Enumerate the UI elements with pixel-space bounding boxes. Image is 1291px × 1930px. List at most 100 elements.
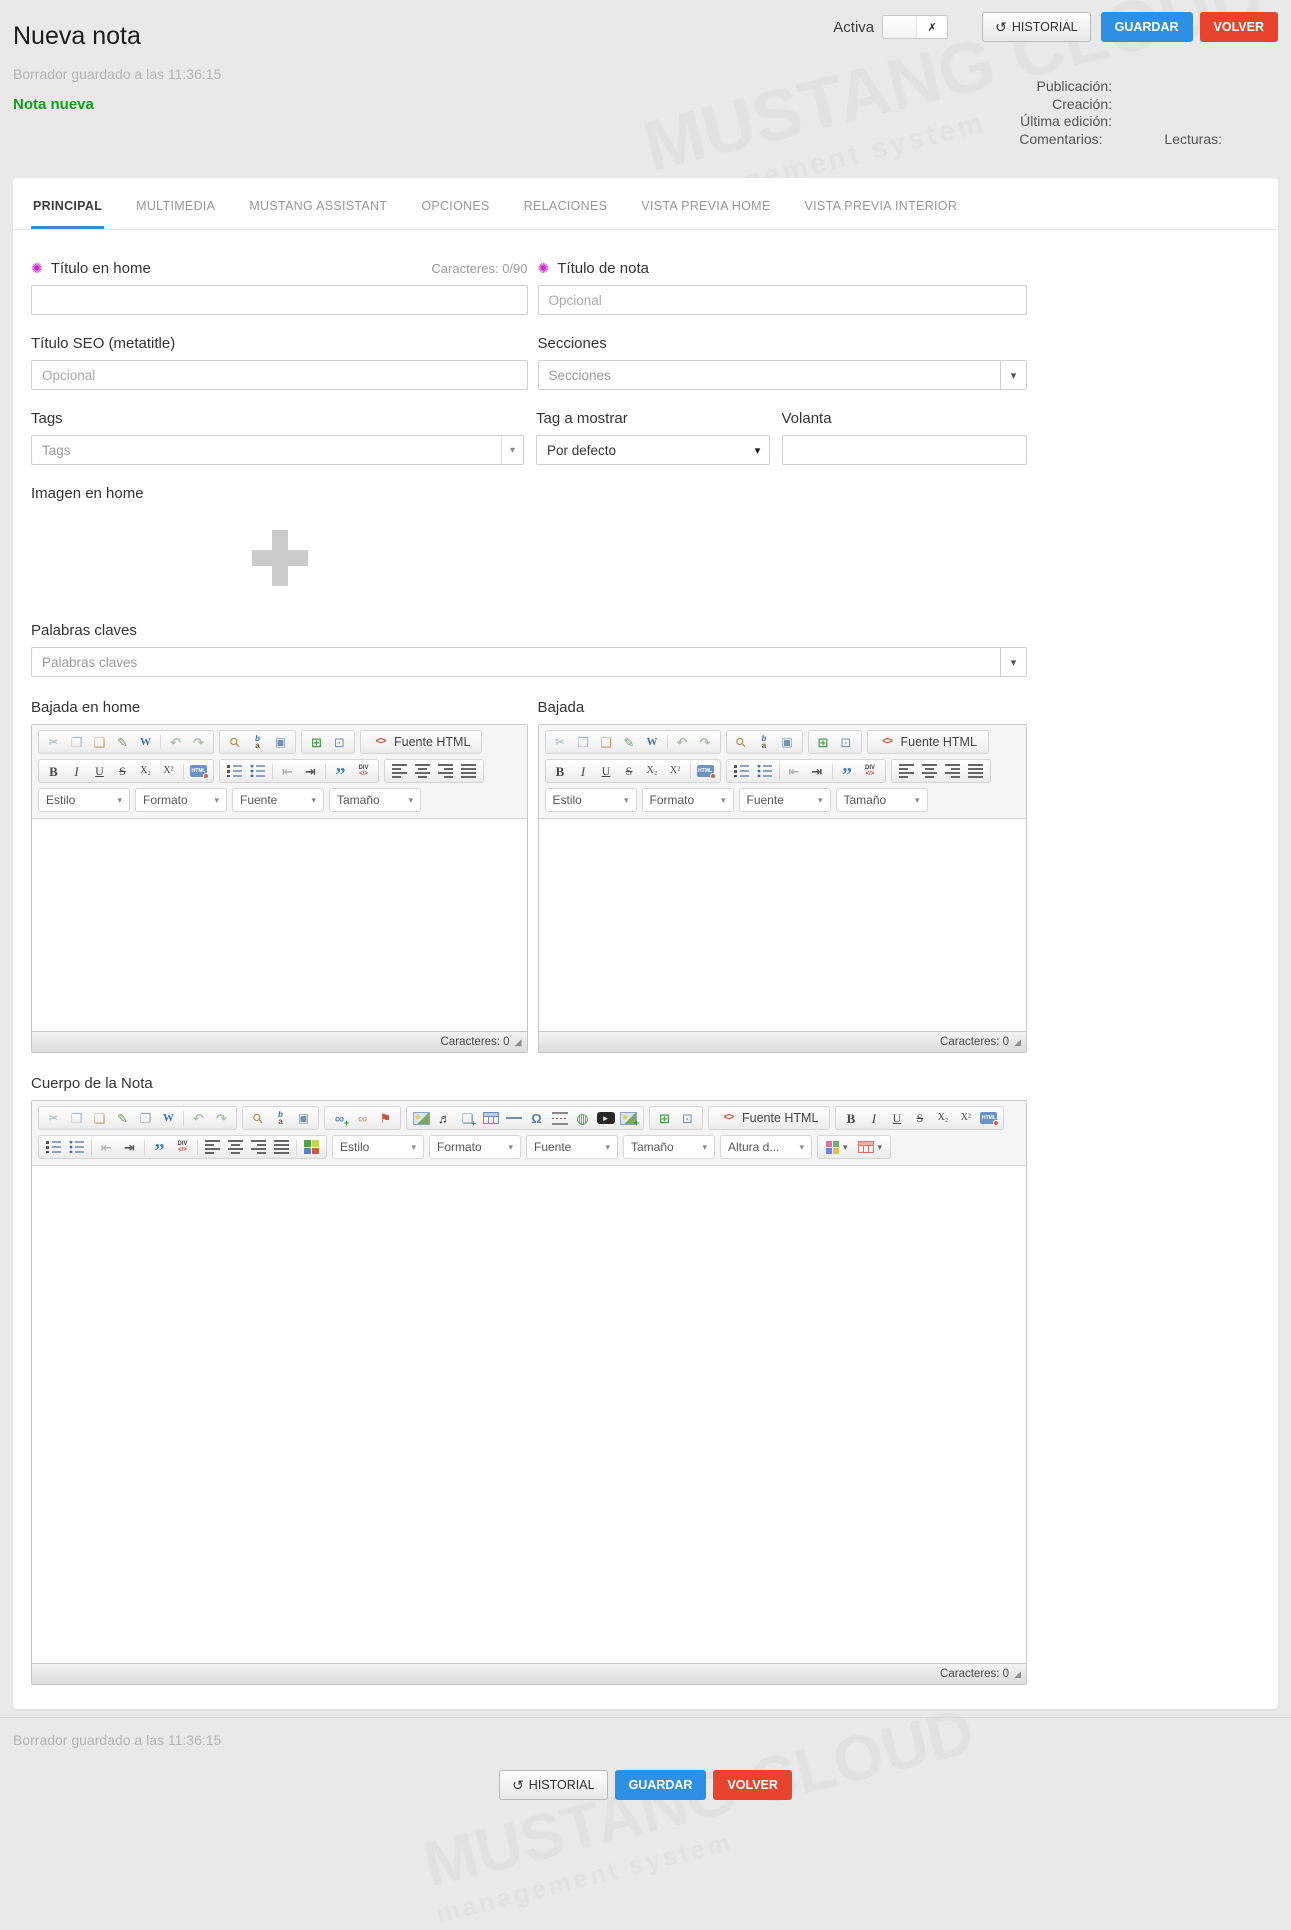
historial-button[interactable]: ↺ HISTORIAL bbox=[982, 12, 1091, 42]
estilo-dropdown[interactable]: Estilo▾ bbox=[38, 788, 130, 812]
imagen-en-home-dropzone[interactable] bbox=[31, 510, 528, 606]
resize-handle-icon[interactable]: ◢ bbox=[515, 1038, 522, 1047]
underline-button[interactable] bbox=[88, 761, 111, 781]
align-center-button[interactable] bbox=[224, 1137, 247, 1157]
sup-button[interactable] bbox=[157, 761, 180, 781]
tag-a-mostrar-select[interactable]: Por defecto ▾ bbox=[536, 435, 770, 465]
ol-button[interactable] bbox=[223, 761, 246, 781]
guardar-button[interactable]: GUARDAR bbox=[615, 1770, 707, 1800]
formato-dropdown[interactable]: Formato▾ bbox=[642, 788, 734, 812]
strike-button[interactable] bbox=[618, 761, 641, 781]
fuente-dropdown[interactable]: Fuente▾ bbox=[526, 1135, 618, 1159]
show-blocks-button[interactable] bbox=[328, 732, 351, 752]
cleanup-button[interactable] bbox=[977, 1108, 1000, 1128]
tab-mustang-assistant[interactable]: MUSTANG ASSISTANT bbox=[247, 178, 389, 229]
indent-button[interactable] bbox=[806, 761, 829, 781]
cuerpo-editor-content[interactable] bbox=[32, 1166, 1026, 1663]
outdent-button[interactable] bbox=[276, 761, 299, 781]
redo-button[interactable] bbox=[694, 732, 717, 752]
volanta-input[interactable] bbox=[782, 435, 1028, 465]
formato-dropdown[interactable]: Formato▾ bbox=[135, 788, 227, 812]
tab-vista-previa-interior[interactable]: VISTA PREVIA INTERIOR bbox=[803, 178, 960, 229]
unlink-button[interactable] bbox=[351, 1108, 374, 1128]
quote-button[interactable] bbox=[836, 761, 859, 781]
indent-button[interactable] bbox=[299, 761, 322, 781]
select-all-button[interactable] bbox=[292, 1108, 315, 1128]
copy-button[interactable] bbox=[572, 732, 595, 752]
show-blocks-button[interactable] bbox=[835, 732, 858, 752]
italic-button[interactable] bbox=[65, 761, 88, 781]
cleanup-button[interactable] bbox=[694, 761, 717, 781]
volver-button[interactable]: VOLVER bbox=[1200, 12, 1278, 42]
paste-button[interactable] bbox=[88, 732, 111, 752]
strike-button[interactable] bbox=[908, 1108, 931, 1128]
paste-button[interactable] bbox=[595, 732, 618, 752]
table-red-dropdown-button[interactable]: ▾ bbox=[853, 1137, 888, 1157]
undo-button[interactable] bbox=[164, 732, 187, 752]
historial-button[interactable]: ↺ HISTORIAL bbox=[499, 1770, 608, 1800]
sub-button[interactable] bbox=[641, 761, 664, 781]
copy-button[interactable] bbox=[65, 1108, 88, 1128]
align-center-button[interactable] bbox=[411, 761, 434, 781]
indent-button[interactable] bbox=[118, 1137, 141, 1157]
align-left-button[interactable] bbox=[388, 761, 411, 781]
hr-button[interactable] bbox=[502, 1108, 525, 1128]
ul-button[interactable] bbox=[753, 761, 776, 781]
grid-colors-dropdown-button[interactable]: ▾ bbox=[821, 1137, 853, 1157]
maps-button[interactable] bbox=[300, 1137, 323, 1157]
guardar-button[interactable]: GUARDAR bbox=[1101, 12, 1193, 42]
div-button[interactable] bbox=[171, 1137, 194, 1157]
palabras-claves-dropdown-button[interactable]: ▾ bbox=[1000, 648, 1026, 676]
undo-button[interactable] bbox=[671, 732, 694, 752]
titulo-en-home-input[interactable] bbox=[31, 285, 528, 315]
undo-button[interactable] bbox=[187, 1108, 210, 1128]
maximize-button[interactable] bbox=[305, 732, 328, 752]
fuente-html-button[interactable]: Fuente HTML bbox=[871, 732, 985, 752]
sub-button[interactable] bbox=[931, 1108, 954, 1128]
maximize-button[interactable] bbox=[812, 732, 835, 752]
find-button[interactable] bbox=[730, 732, 753, 752]
tags-select[interactable]: Tags ▾ bbox=[31, 435, 524, 465]
outdent-button[interactable] bbox=[95, 1137, 118, 1157]
link-button[interactable] bbox=[328, 1108, 351, 1128]
align-left-button[interactable] bbox=[201, 1137, 224, 1157]
sup-button[interactable] bbox=[954, 1108, 977, 1128]
secciones-select[interactable]: Secciones ▾ bbox=[538, 360, 1028, 390]
sub-button[interactable] bbox=[134, 761, 157, 781]
align-right-button[interactable] bbox=[434, 761, 457, 781]
bold-button[interactable] bbox=[42, 761, 65, 781]
youtube-button[interactable] bbox=[594, 1108, 617, 1128]
redo-button[interactable] bbox=[187, 732, 210, 752]
replace-button[interactable] bbox=[246, 732, 269, 752]
strike-button[interactable] bbox=[111, 761, 134, 781]
cut-button[interactable] bbox=[42, 732, 65, 752]
fuente-html-button[interactable]: Fuente HTML bbox=[712, 1108, 826, 1128]
paste-button[interactable] bbox=[88, 1108, 111, 1128]
replace-button[interactable] bbox=[269, 1108, 292, 1128]
doc-plus-button[interactable] bbox=[456, 1108, 479, 1128]
anchor-button[interactable] bbox=[374, 1108, 397, 1128]
omega-button[interactable] bbox=[525, 1108, 548, 1128]
quote-button[interactable] bbox=[329, 761, 352, 781]
image-plus-button[interactable] bbox=[617, 1108, 640, 1128]
align-justify-button[interactable] bbox=[270, 1137, 293, 1157]
fuente-dropdown[interactable]: Fuente▾ bbox=[739, 788, 831, 812]
titulo-seo-input[interactable] bbox=[31, 360, 528, 390]
div-button[interactable] bbox=[859, 761, 882, 781]
palabras-claves-select[interactable]: Palabras claves ▾ bbox=[31, 647, 1027, 677]
bold-button[interactable] bbox=[549, 761, 572, 781]
pagebreak-button[interactable] bbox=[548, 1108, 571, 1128]
formato-dropdown[interactable]: Formato▾ bbox=[429, 1135, 521, 1159]
estilo-dropdown[interactable]: Estilo▾ bbox=[545, 788, 637, 812]
bajada-en-home-editor-content[interactable] bbox=[32, 819, 527, 1031]
table-button[interactable] bbox=[479, 1108, 502, 1128]
tamano-dropdown[interactable]: Tamaño▾ bbox=[329, 788, 421, 812]
fuente-dropdown[interactable]: Fuente▾ bbox=[232, 788, 324, 812]
tags-dropdown-button[interactable]: ▾ bbox=[501, 436, 523, 464]
outdent-button[interactable] bbox=[783, 761, 806, 781]
resize-handle-icon[interactable]: ◢ bbox=[1014, 1670, 1021, 1679]
titulo-de-nota-input[interactable] bbox=[538, 285, 1028, 315]
media-button[interactable] bbox=[433, 1108, 456, 1128]
bold-button[interactable] bbox=[839, 1108, 862, 1128]
ol-button[interactable] bbox=[42, 1137, 65, 1157]
